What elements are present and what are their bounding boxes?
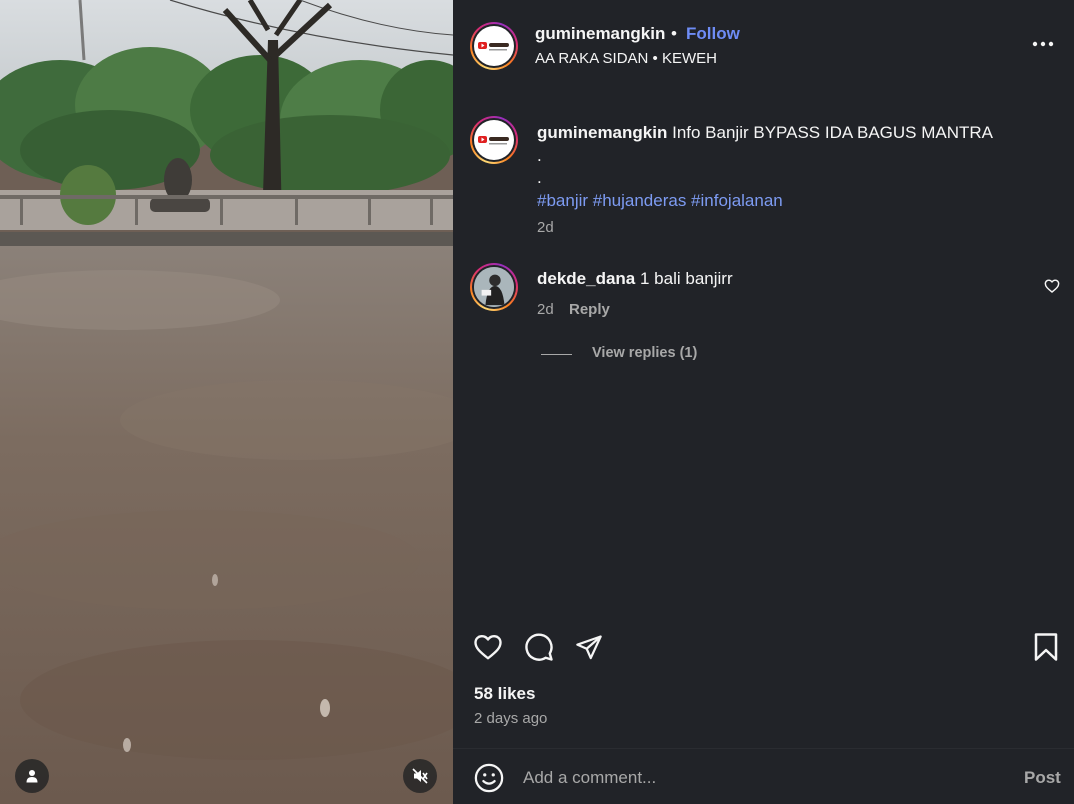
mute-toggle-button[interactable] (403, 759, 437, 793)
emoji-icon (474, 763, 504, 793)
post-video[interactable] (0, 0, 453, 804)
post-timestamp: 2 days ago (474, 710, 548, 727)
comment-item: dekde_dana 1 bali banjirr (537, 269, 733, 289)
caption-text: Info Banjir BYPASS IDA BAGUS MANTRA (672, 123, 993, 142)
caption-timestamp: 2d (537, 219, 554, 236)
user-icon (26, 770, 38, 783)
comment-composer: Post (453, 748, 1074, 804)
flood-video-frame (0, 0, 453, 804)
author-avatar[interactable] (470, 22, 518, 70)
save-button[interactable] (1030, 631, 1062, 663)
comment-timestamp: 2d (537, 301, 554, 318)
post-caption: guminemangkin Info Banjir BYPASS IDA BAG… (537, 122, 1017, 212)
muted-icon (412, 768, 428, 784)
caption-username[interactable]: guminemangkin (537, 123, 667, 142)
view-replies-button[interactable]: View replies (1) (592, 345, 697, 361)
audio-subtitle[interactable]: AA RAKA SIDAN • KEWEH (535, 50, 717, 67)
caption-line: . (537, 145, 542, 165)
comment-reply-button[interactable]: Reply (569, 301, 610, 318)
view-replies-divider (541, 354, 572, 355)
caption-line: . (537, 168, 542, 187)
more-options-button[interactable] (1031, 32, 1055, 56)
comment-username[interactable]: dekde_dana (537, 269, 635, 288)
share-button[interactable] (573, 631, 605, 663)
author-username[interactable]: guminemangkin (535, 24, 665, 44)
channel-logo-icon (478, 136, 509, 145)
post-details-panel: guminemangkin • Follow AA RAKA SIDAN • K… (453, 0, 1074, 804)
share-icon (576, 635, 602, 660)
caption-author-avatar[interactable] (470, 116, 518, 164)
post-comment-button[interactable]: Post (1024, 768, 1061, 788)
separator-dot: • (671, 24, 677, 43)
bookmark-icon (1034, 633, 1058, 661)
follow-button[interactable]: Follow (686, 24, 740, 44)
like-button[interactable] (472, 631, 504, 663)
tagged-users-button[interactable] (15, 759, 49, 793)
comment-input[interactable] (523, 764, 1003, 792)
caption-hashtags[interactable]: #banjir #hujanderas #infojalanan (537, 190, 1017, 213)
more-options-icon (1032, 41, 1054, 47)
comment-like-button[interactable] (1044, 278, 1060, 294)
channel-logo-icon (478, 42, 509, 51)
comment-icon (525, 633, 553, 661)
heart-icon (474, 634, 502, 660)
commenter-avatar[interactable] (470, 263, 518, 311)
comment-text: 1 bali banjirr (640, 269, 733, 288)
comment-button[interactable] (523, 631, 555, 663)
commenter-photo-icon (474, 267, 514, 307)
likes-count[interactable]: 58 likes (474, 684, 535, 704)
heart-icon (1044, 279, 1060, 293)
emoji-button[interactable] (474, 763, 504, 793)
